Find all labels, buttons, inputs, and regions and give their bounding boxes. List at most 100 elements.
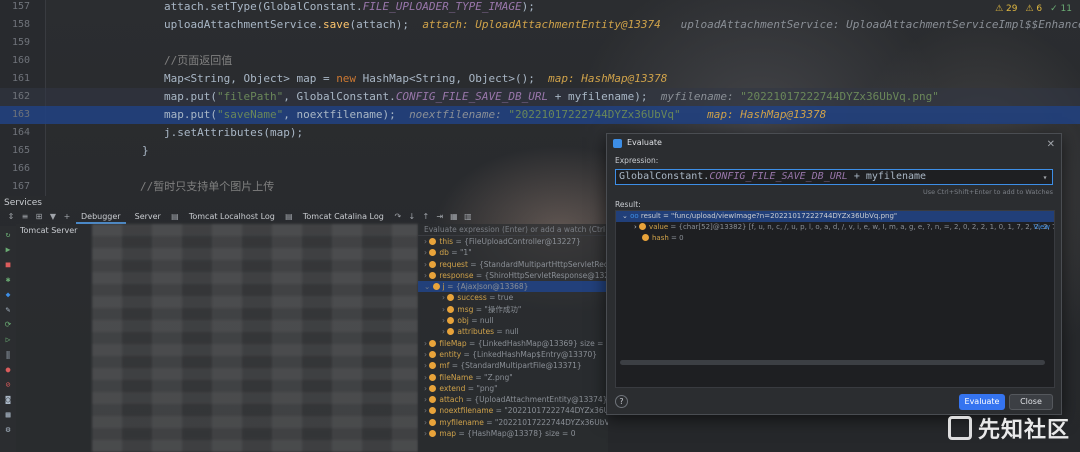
code-token: j.setAttributes(map); — [164, 126, 304, 139]
rerun-icon[interactable]: ↻ — [3, 230, 13, 240]
variable-row[interactable]: › obj = null — [418, 315, 608, 326]
field-icon — [429, 384, 437, 392]
expanded-chevron-icon[interactable]: ⌄ — [622, 212, 628, 220]
watermark-text: 先知社区 — [977, 418, 1070, 443]
layout-settings-icon[interactable]: ▦ — [3, 410, 13, 420]
code-line[interactable]: 163 map.put("saveName", noextfilename); n… — [0, 106, 1080, 124]
variable-row[interactable]: › extend = "png" — [418, 383, 608, 394]
variable-value: = "20221017222744DYZx36UbVq" — [495, 406, 608, 416]
expand-icon[interactable]: ≡ — [20, 212, 30, 222]
filter-icon[interactable]: ▼ — [48, 212, 58, 222]
expanded-chevron-icon[interactable]: ⌄ — [424, 282, 433, 291]
variable-row[interactable]: ⌄ j = {AjaxJson@13368} — [418, 281, 608, 293]
horizontal-scrollbar[interactable] — [620, 360, 1045, 365]
variable-name: response — [439, 270, 474, 280]
expression-input[interactable]: GlobalConstant.CONFIG_FILE_SAVE_DB_URL +… — [615, 169, 1053, 185]
resume-icon[interactable]: ▶ — [3, 245, 13, 255]
variable-row[interactable]: › mf = {StandardMultipartFile@13371} — [418, 360, 608, 371]
help-button[interactable]: ? — [615, 395, 628, 408]
collapse-icon[interactable]: ⇕ — [6, 212, 16, 222]
services-tree[interactable]: Tomcat Server — [16, 224, 92, 452]
tab-tomcat-localhost-log[interactable]: Tomcat Localhost Log — [184, 210, 280, 224]
view-breakpoints-icon[interactable]: ● — [3, 365, 13, 375]
weak-warnings-count[interactable]: ⚠ 6 — [1025, 4, 1042, 14]
pause-icon[interactable]: ‖ — [3, 350, 13, 360]
chevron-down-icon[interactable]: ▾ — [1040, 171, 1050, 183]
typos-count[interactable]: ✓ 11 — [1050, 4, 1072, 14]
field-icon — [432, 283, 440, 291]
variable-row[interactable]: › myfilename = "20221017222744DYZx36UbVq… — [418, 417, 608, 428]
run-to-cursor-icon[interactable]: ⇥ — [435, 212, 445, 222]
wrench-icon[interactable]: ✎ — [3, 305, 13, 315]
result-root-row[interactable]: ⌄ oo result = "func/upload/viewImage?n=2… — [616, 211, 1054, 222]
variable-row[interactable]: › db = "1" — [418, 247, 608, 258]
variable-row[interactable]: › noextfilename = "20221017222744DYZx36U… — [418, 405, 608, 416]
code-token: //页面返回值 — [164, 54, 233, 67]
variables-view[interactable]: Evaluate expression (Enter) or add a wat… — [418, 224, 608, 452]
variable-row[interactable]: › attach = {UploadAttachmentEntity@13374… — [418, 394, 608, 405]
variable-row[interactable]: › fileName = "Z.png" — [418, 372, 608, 383]
add-icon[interactable]: + — [62, 212, 72, 222]
tab-tomcat-catalina-log[interactable]: Tomcat Catalina Log — [298, 210, 389, 224]
code-token: new — [336, 72, 357, 85]
variable-row[interactable]: › this = {FileUploadController@13227} — [418, 236, 608, 247]
field-icon — [429, 430, 437, 438]
evaluate-icon[interactable]: ▦ — [449, 212, 459, 222]
variable-value: = {HashMap@13378} size = 0 — [456, 429, 576, 439]
variable-value: = "20221017222744DYZx36UbVq.png" — [486, 417, 608, 427]
gear-icon[interactable]: ⚙ — [3, 425, 13, 435]
code-text: } — [142, 142, 149, 160]
code-token: HashMap<String, Object>(); — [356, 72, 549, 85]
code-line[interactable]: 162 map.put("filePath", GlobalConstant.CO… — [0, 88, 1080, 106]
resume-program-icon[interactable]: ▷ — [3, 335, 13, 345]
step-out-icon[interactable]: ↑ — [421, 212, 431, 222]
line-number: 165 — [11, 145, 30, 156]
debug-icon[interactable]: ✱ — [3, 275, 13, 285]
variable-row[interactable]: › fileMap = {LinkedHashMap@13369} size =… — [418, 338, 608, 349]
tab-debugger[interactable]: Debugger — [76, 210, 126, 224]
evaluate-button[interactable]: Evaluate — [959, 394, 1005, 410]
variable-list: › this = {FileUploadController@13227} › d… — [418, 236, 608, 439]
variable-row[interactable]: › response = {ShiroHttpServletResponse@1… — [418, 270, 608, 281]
result-value-row[interactable]: › value = {char[52]@13382} [f, u, n, c, … — [616, 222, 1054, 233]
code-line[interactable]: 160 //页面返回值 — [0, 52, 1080, 70]
field-icon — [642, 234, 649, 241]
result-tree[interactable]: ⌄ oo result = "func/upload/viewImage?n=2… — [615, 210, 1055, 388]
field-icon — [429, 373, 437, 381]
deploy-icon[interactable]: ◆ — [3, 290, 13, 300]
layout-icon[interactable]: ▥ — [463, 212, 473, 222]
mute-breakpoints-icon[interactable]: ⊘ — [3, 380, 13, 390]
variable-row[interactable]: › msg = "操作成功" — [418, 304, 608, 315]
step-into-icon[interactable]: ↓ — [407, 212, 417, 222]
inspection-widget[interactable]: ⚠ 29 ⚠ 6 ✓ 11 — [995, 4, 1072, 14]
variable-row[interactable]: › request = {StandardMultipartHttpServle… — [418, 259, 608, 270]
step-over-icon[interactable]: ↷ — [393, 212, 403, 222]
code-line[interactable]: 159 — [0, 34, 1080, 52]
variable-value: = null — [468, 316, 494, 326]
view-link[interactable]: View — [1033, 222, 1050, 233]
result-hash-row[interactable]: hash = 0 — [616, 233, 1054, 244]
code-token: map.put( — [164, 90, 217, 103]
variable-row[interactable]: › attributes = null — [418, 326, 608, 337]
group-icon[interactable]: ⊞ — [34, 212, 44, 222]
tab-server[interactable]: Server — [130, 210, 166, 224]
evaluate-input[interactable]: Evaluate expression (Enter) or add a wat… — [418, 224, 608, 236]
code-token: } — [142, 144, 149, 157]
variable-row[interactable]: › success = true — [418, 292, 608, 303]
close-icon[interactable]: ✕ — [1047, 136, 1055, 154]
tree-node-tomcat-server[interactable]: Tomcat Server — [16, 224, 92, 237]
code-line[interactable]: 158 uploadAttachmentService.save(attach);… — [0, 16, 1080, 34]
variable-row[interactable]: › map = {HashMap@13378} size = 0 — [418, 428, 608, 439]
update-icon[interactable]: ⟳ — [3, 320, 13, 330]
field-icon — [429, 249, 437, 257]
warnings-count[interactable]: ⚠ 29 — [995, 4, 1017, 14]
camera-icon[interactable]: ◙ — [3, 395, 13, 405]
code-line[interactable]: 157 attach.setType(GlobalConstant.FILE_UP… — [0, 0, 1080, 16]
stop-icon[interactable]: ■ — [3, 260, 13, 270]
app-icon — [613, 139, 622, 148]
close-button[interactable]: Close — [1009, 394, 1053, 410]
code-line[interactable]: 161 Map<String, Object> map = new HashMap… — [0, 70, 1080, 88]
variable-row[interactable]: › entity = {LinkedHashMap$Entry@13370} — [418, 349, 608, 360]
collapsed-chevron-icon[interactable]: › — [634, 223, 637, 231]
line-number: 160 — [11, 55, 30, 66]
